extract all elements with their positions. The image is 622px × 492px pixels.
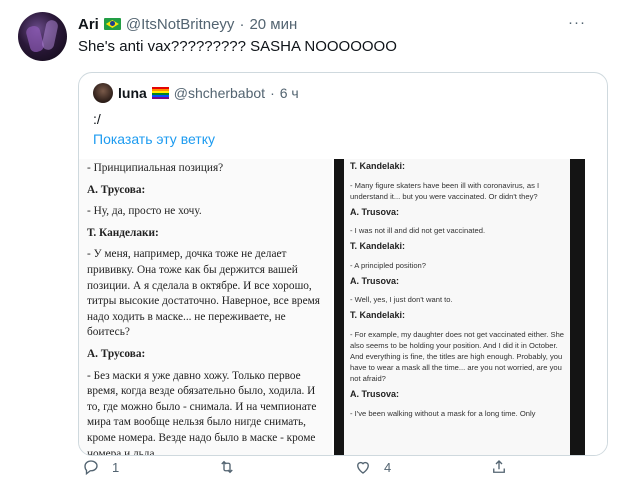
retweet-icon <box>221 460 233 474</box>
en-speaker: T. Kandelaki: <box>350 310 406 321</box>
tweet-text: She's anti vax????????? SASHA NOOOOOOO <box>78 38 397 55</box>
avatar[interactable] <box>18 12 67 61</box>
en-line: - A principled position? <box>350 260 426 270</box>
quoted-separator-dot: · <box>270 85 275 101</box>
reply-icon <box>84 460 98 476</box>
author-handle[interactable]: @ItsNotBritneyy <box>126 16 235 33</box>
quoted-header: luna @shcherbabot · 6 ч <box>93 83 299 103</box>
share-icon <box>493 460 505 473</box>
like-button[interactable]: 4 <box>354 458 391 476</box>
media-image-english-transcript[interactable]: T. Kandelaki: - Many figure skaters have … <box>334 159 607 455</box>
retweet-button[interactable] <box>218 458 248 476</box>
en-speaker: A. Trusova: <box>350 388 400 399</box>
show-thread-link[interactable]: Показать эту ветку <box>93 131 215 147</box>
quoted-text: :/ <box>93 111 101 127</box>
en-speaker: A. Trusova: <box>350 275 400 286</box>
ru-line: - Ну, да, просто не хочу. <box>87 205 202 218</box>
en-speaker: T. Kandelaki: <box>350 241 406 252</box>
action-bar: 1 4 <box>78 458 606 482</box>
like-count: 4 <box>384 459 392 475</box>
heart-icon <box>357 461 369 474</box>
en-line: - I've been walking without a mask for a… <box>350 408 536 418</box>
author-name[interactable]: Ari <box>78 16 99 33</box>
quoted-author-name: luna <box>118 85 147 101</box>
en-speaker: T. Kandelaki: <box>350 161 406 171</box>
ru-speaker: А. Трусова: <box>87 183 146 196</box>
tweet[interactable]: Ari @ItsNotBritneyy · 20 мин ··· She's a… <box>0 0 622 492</box>
en-speaker: A. Trusova: <box>350 206 400 217</box>
en-line: - I was not ill and did not get vaccinat… <box>350 226 486 236</box>
timestamp[interactable]: 20 мин <box>249 16 297 33</box>
ru-line: - У меня, например, дочка тоже не делает… <box>87 248 320 339</box>
reply-count: 1 <box>112 459 120 475</box>
quoted-avatar <box>93 83 113 103</box>
separator-dot: · <box>239 15 245 33</box>
ru-speaker: Т. Канделаки: <box>87 226 159 239</box>
quoted-author-handle: @shcherbabot <box>173 85 266 101</box>
ru-speaker: А. Трусова: <box>87 347 146 360</box>
quoted-timestamp: 6 ч <box>279 85 299 101</box>
media-image-russian-transcript[interactable]: - Принципиальная позиция? А. Трусова: - Ну… <box>79 159 332 455</box>
quoted-media[interactable]: - Принципиальная позиция? А. Трусова: - Ну… <box>79 159 607 455</box>
share-button[interactable] <box>490 458 508 476</box>
ru-line: - Без маски я уже давно хожу. Только пер… <box>87 369 317 455</box>
quoted-tweet[interactable]: luna @shcherbabot · 6 ч :/ Показать эту … <box>78 72 608 456</box>
reply-button[interactable]: 1 <box>82 458 119 476</box>
en-line: - Well, yes, I just don't want to. <box>350 295 453 305</box>
en-line: - For example, my daughter does not get … <box>350 329 565 383</box>
rainbow-flag-icon <box>151 87 169 99</box>
brazil-flag-icon <box>103 18 121 30</box>
en-line: - Many figure skaters have been ill with… <box>350 180 540 201</box>
ru-line: - Принципиальная позиция? <box>87 162 224 174</box>
tweet-header: Ari @ItsNotBritneyy · 20 мин <box>78 14 297 34</box>
more-options-icon[interactable]: ··· <box>568 14 586 31</box>
